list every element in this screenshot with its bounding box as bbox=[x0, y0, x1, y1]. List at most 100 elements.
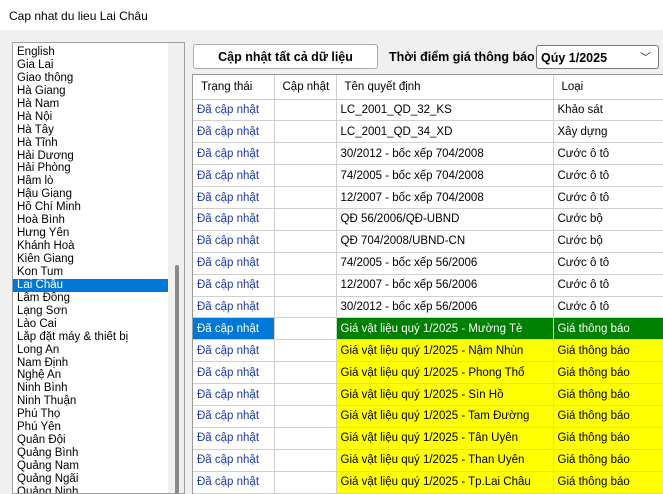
table-row[interactable]: Đã cập nhật Giá vật liệu quý 1/2025 - Sìn… bbox=[193, 383, 663, 406]
col-header-type[interactable]: Loại bbox=[553, 75, 663, 100]
update-cell[interactable] bbox=[274, 339, 337, 363]
province-item[interactable]: Lai Châu bbox=[13, 278, 169, 292]
decision-name-cell[interactable]: Giá vật liệu quý 1/2025 - Tp.Lai Châu bbox=[336, 471, 554, 494]
province-item[interactable]: Hoà Bình bbox=[13, 214, 169, 227]
col-header-update[interactable]: Cập nhật bbox=[274, 75, 337, 100]
status-cell[interactable]: Đã cập nhật bbox=[193, 339, 275, 363]
update-cell[interactable] bbox=[274, 449, 337, 472]
table-row[interactable]: Đã cập nhật 12/2007 - bốc xếp 704/2008 Cướ… bbox=[193, 186, 663, 209]
province-item[interactable]: Hà Giang bbox=[13, 85, 169, 98]
col-header-name[interactable]: Tên quyết định bbox=[336, 75, 554, 100]
type-cell[interactable]: Giá thông báo bbox=[553, 449, 663, 472]
type-cell[interactable]: Cước ô tô bbox=[553, 186, 663, 209]
province-item[interactable]: Hưng Yên bbox=[13, 227, 169, 240]
decision-name-cell[interactable]: 12/2007 - bốc xếp 56/2006 bbox=[336, 274, 554, 297]
status-cell[interactable]: Đã cập nhật bbox=[193, 164, 275, 188]
update-all-button[interactable]: Cập nhật tất cả dữ liệu bbox=[193, 44, 378, 69]
update-cell[interactable] bbox=[274, 274, 337, 297]
update-cell[interactable] bbox=[274, 427, 337, 450]
update-cell[interactable] bbox=[274, 99, 337, 122]
decision-name-cell[interactable]: Giá vật liệu quý 1/2025 - Than Uyên bbox=[336, 449, 554, 472]
table-row[interactable]: Đã cập nhật Giá vật liệu quý 1/2025 - Mườ… bbox=[193, 317, 663, 341]
type-cell[interactable]: Khảo sát bbox=[553, 99, 663, 122]
type-cell[interactable]: Giá thông báo bbox=[553, 339, 663, 363]
update-cell[interactable] bbox=[274, 186, 337, 209]
col-header-status[interactable]: Trạng thái bbox=[193, 75, 275, 100]
decision-name-cell[interactable]: 12/2007 - bốc xếp 704/2008 bbox=[336, 186, 554, 209]
status-cell[interactable]: Đã cập nhật bbox=[193, 383, 275, 406]
update-cell[interactable] bbox=[274, 296, 337, 319]
type-cell[interactable]: Xây dựng bbox=[553, 120, 663, 144]
status-cell[interactable]: Đã cập nhật bbox=[193, 317, 275, 341]
update-cell[interactable] bbox=[274, 383, 337, 406]
decision-name-cell[interactable]: Giá vật liệu quý 1/2025 - Tân Uyên bbox=[336, 427, 554, 450]
type-cell[interactable]: Cước bộ bbox=[553, 208, 663, 231]
update-cell[interactable] bbox=[274, 164, 337, 188]
status-cell[interactable]: Đã cập nhật bbox=[193, 230, 275, 253]
table-row[interactable]: Đã cập nhật QĐ 704/2008/UBND-CN Cước bộ bbox=[193, 230, 663, 253]
update-cell[interactable] bbox=[274, 208, 337, 231]
update-cell[interactable] bbox=[274, 471, 337, 494]
update-cell[interactable] bbox=[274, 120, 337, 144]
type-cell[interactable]: Cước bộ bbox=[553, 230, 663, 253]
update-cell[interactable] bbox=[274, 405, 337, 428]
status-cell[interactable]: Đã cập nhật bbox=[193, 142, 275, 166]
province-item[interactable]: Phú Thọ bbox=[13, 408, 169, 421]
decision-name-cell[interactable]: Giá vật liệu quý 1/2025 - Mường Tè bbox=[336, 317, 554, 341]
decision-name-cell[interactable]: 74/2005 - bốc xếp 56/2006 bbox=[336, 252, 554, 275]
type-cell[interactable]: Giá thông báo bbox=[553, 361, 663, 385]
status-cell[interactable]: Đã cập nhật bbox=[193, 99, 275, 122]
decision-name-cell[interactable]: Giá vật liệu quý 1/2025 - Tam Đường bbox=[336, 405, 554, 428]
province-item[interactable]: Kon Tum bbox=[13, 266, 169, 279]
province-list-scrollbar[interactable] bbox=[168, 43, 184, 493]
province-item[interactable]: Kiên Giang bbox=[13, 253, 169, 266]
province-item[interactable]: Lào Cai bbox=[13, 318, 169, 331]
status-cell[interactable]: Đã cập nhật bbox=[193, 208, 275, 231]
status-cell[interactable]: Đã cập nhật bbox=[193, 120, 275, 144]
decision-name-cell[interactable]: LC_2001_QD_32_KS bbox=[336, 99, 554, 122]
table-row[interactable]: Đã cập nhật 30/2012 - bốc xếp 56/2006 Cước… bbox=[193, 296, 663, 319]
table-row[interactable]: Đã cập nhật Giá vật liệu quý 1/2025 - Pho… bbox=[193, 361, 663, 385]
table-row[interactable]: Đã cập nhật Giá vật liệu quý 1/2025 - Nậm… bbox=[193, 339, 663, 363]
province-item[interactable]: Khánh Hoà bbox=[13, 240, 169, 253]
province-item[interactable]: Ninh Bình bbox=[13, 382, 169, 395]
type-cell[interactable]: Cước ô tô bbox=[553, 274, 663, 297]
province-item[interactable]: Lắp đặt máy & thiết bị bbox=[13, 331, 169, 344]
table-row[interactable]: Đã cập nhật Giá vật liệu quý 1/2025 - Tam… bbox=[193, 405, 663, 428]
update-cell[interactable] bbox=[274, 142, 337, 166]
province-item[interactable]: Hà Tĩnh bbox=[13, 137, 169, 150]
province-item[interactable]: Hồ Chí Minh bbox=[13, 201, 169, 214]
province-item[interactable]: Quảng Ninh bbox=[13, 486, 169, 493]
province-item[interactable]: Quảng Nam bbox=[13, 460, 169, 473]
province-item[interactable]: Hầm lò bbox=[13, 175, 169, 188]
province-item[interactable]: Lạng Sơn bbox=[13, 305, 169, 318]
province-item[interactable]: Long An bbox=[13, 344, 169, 357]
province-item[interactable]: Quảng Bình bbox=[13, 447, 169, 460]
province-item[interactable]: Hải Dương bbox=[13, 150, 169, 163]
table-row[interactable]: Đã cập nhật QĐ 56/2006/QĐ-UBND Cước bộ bbox=[193, 208, 663, 231]
type-cell[interactable]: Giá thông báo bbox=[553, 317, 663, 341]
province-item[interactable]: Hà Tây bbox=[13, 124, 169, 137]
province-item[interactable]: Nam Định bbox=[13, 357, 169, 370]
province-item[interactable]: Hậu Giang bbox=[13, 188, 169, 201]
scrollbar-thumb[interactable] bbox=[175, 265, 179, 493]
province-item[interactable]: Nghệ An bbox=[13, 369, 169, 382]
table-row[interactable]: Đã cập nhật 74/2005 - bốc xếp 704/2008 Cướ… bbox=[193, 164, 663, 188]
decision-name-cell[interactable]: Giá vật liệu quý 1/2025 - Sìn Hồ bbox=[336, 383, 554, 406]
type-cell[interactable]: Cước ô tô bbox=[553, 142, 663, 166]
province-item[interactable]: Phú Yên bbox=[13, 421, 169, 434]
status-cell[interactable]: Đã cập nhật bbox=[193, 361, 275, 385]
province-list[interactable]: English Gia Lai Giao thông Hà Giang Hà Nam Hà… bbox=[12, 42, 185, 494]
status-cell[interactable]: Đã cập nhật bbox=[193, 449, 275, 472]
province-item[interactable]: Quân Đội bbox=[13, 434, 169, 447]
status-cell[interactable]: Đã cập nhật bbox=[193, 405, 275, 428]
province-item[interactable]: Hà Nội bbox=[13, 111, 169, 124]
decision-name-cell[interactable]: 30/2012 - bốc xếp 56/2006 bbox=[336, 296, 554, 319]
update-cell[interactable] bbox=[274, 361, 337, 385]
decision-name-cell[interactable]: QĐ 704/2008/UBND-CN bbox=[336, 230, 554, 253]
province-item[interactable]: Hà Nam bbox=[13, 98, 169, 111]
decision-name-cell[interactable]: Giá vật liệu quý 1/2025 - Phong Thổ bbox=[336, 361, 554, 385]
update-cell[interactable] bbox=[274, 317, 337, 341]
period-select[interactable]: Qúy 1/2025 ﹀ bbox=[536, 45, 659, 69]
province-item[interactable]: Hải Phòng bbox=[13, 162, 169, 175]
